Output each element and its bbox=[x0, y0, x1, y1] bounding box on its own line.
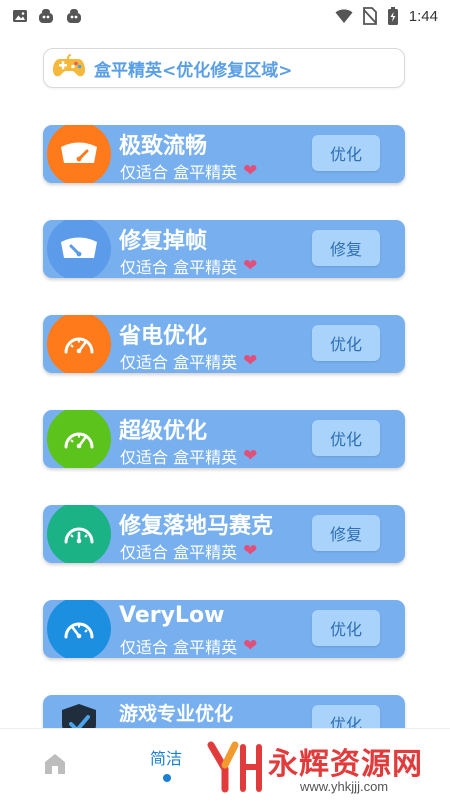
bug-icon bbox=[36, 7, 56, 25]
repair-button[interactable]: 修复 bbox=[312, 515, 380, 551]
card-title: 游戏专业优化 bbox=[119, 703, 234, 725]
card-title: 省电优化 bbox=[119, 324, 208, 349]
card-subtitle-text: 仅适合 盒平精英 bbox=[120, 353, 238, 372]
speedometer-icon bbox=[47, 220, 111, 278]
tab-simple[interactable]: 简洁 bbox=[150, 745, 182, 769]
heart-icon: ❤ bbox=[243, 541, 258, 561]
heart-icon: ❤ bbox=[243, 446, 258, 466]
card-title: VeryLow bbox=[119, 603, 225, 628]
card-subtitle: 仅适合 盒平精英 ❤ bbox=[120, 254, 257, 278]
optimize-button[interactable]: 优化 bbox=[312, 135, 380, 171]
option-card: 极致流畅 仅适合 盒平精英 ❤ 优化 bbox=[43, 125, 405, 183]
card-subtitle-text: 仅适合 盒平精英 bbox=[120, 163, 238, 182]
bottom-nav: 简洁 永辉资源网 www.yhkjjj.com bbox=[0, 728, 450, 801]
card-subtitle-text: 仅适合 盒平精英 bbox=[120, 543, 238, 562]
card-subtitle: 仅适合 盒平精英 ❤ bbox=[120, 634, 257, 658]
heart-icon: ❤ bbox=[243, 256, 258, 276]
no-sim-icon bbox=[362, 7, 377, 25]
option-card: 修复落地马赛克 仅适合 盒平精英 ❤ 修复 bbox=[43, 505, 405, 563]
option-card: 省电优化 仅适合 盒平精英 ❤ 优化 bbox=[43, 315, 405, 373]
repair-button[interactable]: 修复 bbox=[312, 230, 380, 266]
card-subtitle-text: 仅适合 盒平精英 bbox=[120, 448, 238, 467]
gauge-icon bbox=[47, 505, 111, 563]
card-subtitle: 仅适合 盒平精英 ❤ bbox=[120, 159, 257, 183]
status-bar: 1:44 bbox=[0, 0, 450, 32]
gamepad-icon bbox=[52, 53, 86, 83]
heart-icon: ❤ bbox=[243, 351, 258, 371]
card-title: 修复掉帧 bbox=[119, 229, 208, 254]
heart-icon: ❤ bbox=[243, 161, 258, 181]
clock: 1:44 bbox=[408, 7, 438, 25]
optimize-button[interactable]: 优化 bbox=[312, 420, 380, 456]
option-card: VeryLow 仅适合 盒平精英 ❤ 优化 bbox=[43, 600, 405, 658]
gauge-icon bbox=[47, 410, 111, 468]
card-title: 极致流畅 bbox=[119, 134, 208, 159]
card-subtitle-text: 仅适合 盒平精英 bbox=[120, 638, 238, 657]
heart-icon: ❤ bbox=[243, 636, 258, 656]
header-box: 盒平精英<优化修复区域> bbox=[43, 48, 405, 88]
option-card: 超级优化 仅适合 盒平精英 ❤ 优化 bbox=[43, 410, 405, 468]
optimize-button[interactable]: 优化 bbox=[312, 325, 380, 361]
speedometer-icon bbox=[47, 125, 111, 183]
card-subtitle: 仅适合 盒平精英 ❤ bbox=[120, 444, 257, 468]
watermark-logo bbox=[205, 739, 265, 799]
status-left bbox=[12, 7, 84, 25]
image-icon bbox=[12, 8, 28, 24]
option-card: 修复掉帧 仅适合 盒平精英 ❤ 修复 bbox=[43, 220, 405, 278]
gauge-icon bbox=[47, 315, 111, 373]
gauge-icon bbox=[47, 600, 111, 658]
card-title: 超级优化 bbox=[119, 419, 208, 444]
card-title: 修复落地马赛克 bbox=[119, 514, 274, 539]
home-icon[interactable] bbox=[42, 751, 68, 781]
battery-icon bbox=[387, 6, 399, 26]
watermark-text: 永辉资源网 bbox=[268, 747, 423, 782]
watermark-url: www.yhkjjj.com bbox=[300, 779, 389, 794]
card-subtitle: 仅适合 盒平精英 ❤ bbox=[120, 349, 257, 373]
card-subtitle: 仅适合 盒平精英 ❤ bbox=[120, 539, 257, 563]
bug-icon bbox=[64, 7, 84, 25]
card-subtitle-text: 仅适合 盒平精英 bbox=[120, 258, 238, 277]
status-right: 1:44 bbox=[335, 6, 438, 26]
page-title: 盒平精英<优化修复区域> bbox=[94, 60, 293, 81]
optimize-button[interactable]: 优化 bbox=[312, 610, 380, 646]
signal-icon bbox=[335, 8, 353, 24]
active-tab-indicator bbox=[163, 774, 171, 782]
